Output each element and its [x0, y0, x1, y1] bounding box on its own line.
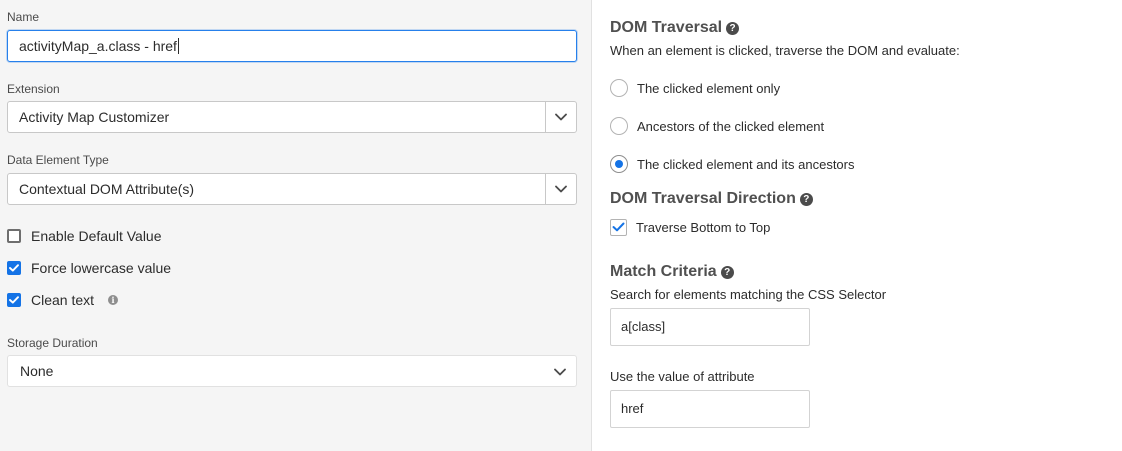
storage-duration-select[interactable]: None	[7, 355, 577, 387]
name-input[interactable]: activityMap_a.class - href	[7, 30, 577, 62]
chevron-down-icon	[554, 368, 566, 376]
radio-button[interactable]	[610, 117, 628, 135]
checkmark-icon	[9, 296, 19, 304]
data-element-type-value: Contextual DOM Attribute(s)	[19, 181, 195, 197]
help-icon[interactable]: ?	[799, 192, 813, 206]
css-selector-label: Search for elements matching the CSS Sel…	[610, 287, 887, 302]
clean-text-label: Clean text	[31, 292, 95, 308]
dom-traversal-direction-title: DOM Traversal Direction	[610, 190, 796, 207]
enable-default-value-option[interactable]: Enable Default Value	[7, 227, 162, 245]
traverse-bottom-to-top-checkbox[interactable]	[610, 218, 627, 236]
force-lowercase-option[interactable]: Force lowercase value	[7, 259, 171, 277]
storage-duration-value: None	[20, 363, 54, 379]
extension-dropdown-button[interactable]	[545, 102, 576, 132]
radio-dot	[615, 160, 623, 168]
radio-button[interactable]	[610, 79, 628, 97]
clean-text-checkbox[interactable]	[7, 293, 21, 307]
data-element-type-label: Data Element Type	[7, 153, 109, 167]
radio-option-ancestors[interactable]: Ancestors of the clicked element	[610, 117, 824, 135]
name-input-value: activityMap_a.class - href	[19, 38, 177, 54]
help-icon[interactable]: ?	[726, 21, 740, 35]
checkmark-icon	[612, 222, 625, 232]
radio-option-element-and-ancestors[interactable]: The clicked element and its ancestors	[610, 155, 855, 173]
help-icon[interactable]: ?	[720, 265, 734, 279]
radio-label: The clicked element and its ancestors	[637, 156, 855, 172]
match-criteria-heading: Match Criteria ?	[610, 263, 734, 281]
traverse-bottom-to-top-option[interactable]: Traverse Bottom to Top	[610, 218, 770, 236]
radio-label: The clicked element only	[637, 80, 781, 96]
traverse-bottom-to-top-label: Traverse Bottom to Top	[636, 219, 771, 235]
chevron-down-icon	[555, 113, 567, 121]
match-criteria-title: Match Criteria	[610, 263, 717, 280]
clean-text-option[interactable]: Clean text i	[7, 291, 119, 309]
data-element-settings-panel: Name activityMap_a.class - href Extensio…	[0, 0, 592, 451]
radio-button-selected[interactable]	[610, 155, 628, 173]
checkmark-icon	[9, 264, 19, 272]
radio-label: Ancestors of the clicked element	[637, 118, 825, 134]
chevron-down-icon	[555, 185, 567, 193]
extension-label: Extension	[7, 82, 60, 96]
data-element-type-combobox[interactable]: Contextual DOM Attribute(s)	[7, 173, 577, 205]
attribute-input[interactable]: href	[610, 390, 810, 428]
attribute-value: href	[621, 401, 644, 416]
data-element-type-dropdown-button[interactable]	[545, 174, 576, 204]
css-selector-value: a[class]	[621, 319, 666, 334]
extension-combobox[interactable]: Activity Map Customizer	[7, 101, 577, 133]
extension-value: Activity Map Customizer	[19, 109, 170, 125]
dom-traversal-title: DOM Traversal	[610, 19, 723, 36]
info-icon[interactable]: i	[108, 295, 119, 305]
dom-traversal-direction-heading: DOM Traversal Direction ?	[610, 190, 813, 208]
dom-configuration-panel: DOM Traversal ? When an element is click…	[593, 0, 1122, 451]
force-lowercase-label: Force lowercase value	[31, 260, 172, 276]
attribute-label: Use the value of attribute	[610, 369, 755, 384]
force-lowercase-checkbox[interactable]	[7, 261, 21, 275]
enable-default-value-label: Enable Default Value	[31, 228, 162, 244]
text-caret	[177, 38, 179, 54]
css-selector-input[interactable]: a[class]	[610, 308, 810, 346]
dom-traversal-heading: DOM Traversal ?	[610, 19, 740, 37]
enable-default-value-checkbox[interactable]	[7, 229, 21, 243]
dom-traversal-description: When an element is clicked, traverse the…	[610, 43, 960, 58]
storage-duration-label: Storage Duration	[7, 336, 98, 350]
radio-option-clicked-element-only[interactable]: The clicked element only	[610, 79, 780, 97]
name-label: Name	[7, 10, 40, 24]
